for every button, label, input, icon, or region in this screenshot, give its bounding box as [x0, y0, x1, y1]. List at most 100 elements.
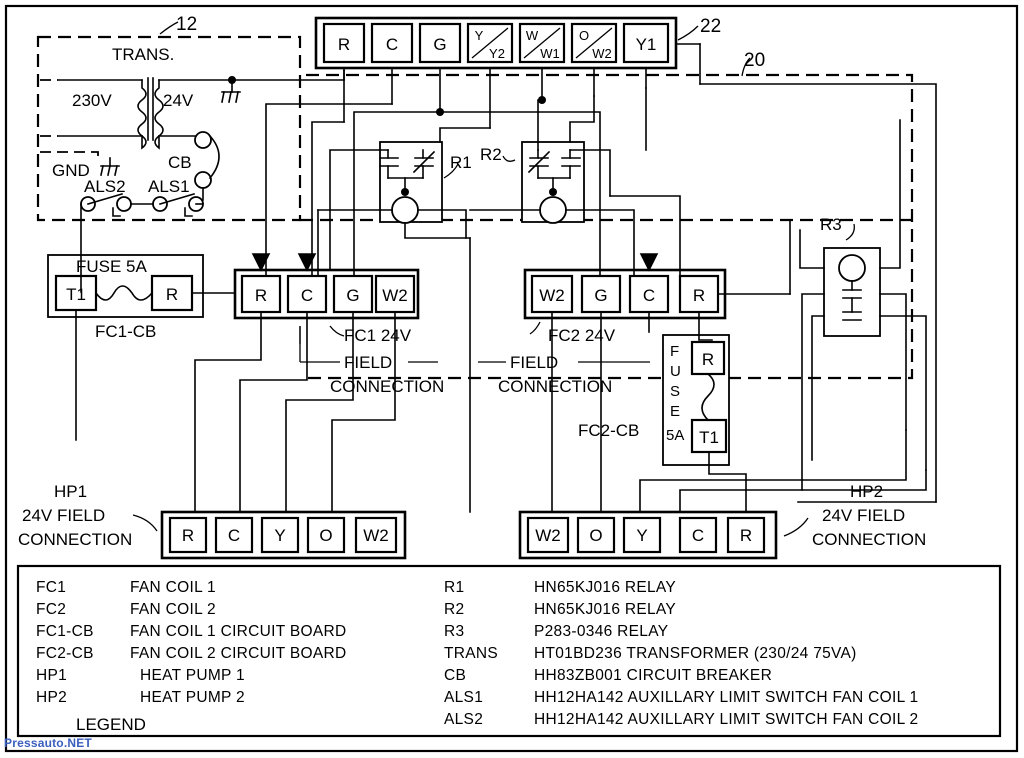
terminal-label-bottom: Y2: [489, 46, 505, 61]
svg-text:5A: 5A: [666, 427, 684, 444]
svg-text:F: F: [670, 343, 679, 360]
hp2-terminal-W2[interactable]: W2: [526, 516, 570, 554]
fc1-terminal-W2[interactable]: W2: [374, 274, 416, 314]
svg-text:C: C: [301, 286, 313, 305]
svg-text:CONNECTION: CONNECTION: [330, 377, 444, 396]
als1-label: ALS1: [148, 177, 190, 196]
svg-text:R2: R2: [444, 601, 464, 618]
hp1-terminal-Y[interactable]: Y: [260, 516, 300, 554]
thermostat-terminal-strip[interactable]: R C G Y Y2 W W1 O W2 Y1: [314, 16, 678, 70]
svg-text:HEAT PUMP 1: HEAT PUMP 1: [140, 667, 245, 684]
svg-text:W2: W2: [535, 526, 561, 545]
svg-text:Y: Y: [636, 526, 647, 545]
svg-text:HP1: HP1: [36, 667, 67, 684]
fc2-terminal-C[interactable]: C: [628, 274, 670, 314]
svg-text:Y: Y: [274, 526, 285, 545]
primary-voltage-label: 230V: [72, 91, 112, 110]
r2-label: R2: [480, 145, 502, 164]
fc1-terminal-G[interactable]: G: [332, 274, 374, 314]
svg-text:20: 20: [744, 50, 765, 71]
svg-text:24V FIELD: 24V FIELD: [22, 506, 105, 525]
svg-text:W2: W2: [539, 286, 565, 305]
svg-text:CB: CB: [444, 667, 466, 684]
svg-text:S: S: [670, 383, 680, 400]
hp2-terminal-R[interactable]: R: [726, 516, 766, 554]
terminal-label-bottom: W2: [592, 46, 612, 61]
terminal-Y-Y2[interactable]: Y Y2: [466, 22, 514, 64]
svg-text:O: O: [319, 526, 332, 545]
terminal-label-bottom: W1: [540, 46, 560, 61]
hp1-terminal-O[interactable]: O: [306, 516, 346, 554]
terminal-O-W2[interactable]: O W2: [570, 22, 618, 64]
svg-text:TRANS: TRANS: [444, 645, 498, 662]
terminal-W-W1[interactable]: W W1: [518, 22, 566, 64]
legend-title: LEGEND: [76, 715, 146, 734]
terminal-R[interactable]: R: [322, 22, 366, 64]
svg-text:FC1 24V: FC1 24V: [344, 326, 412, 345]
svg-text:C: C: [643, 286, 655, 305]
relay-r3: R3: [820, 215, 881, 337]
hp1-terminal-R[interactable]: R: [168, 516, 208, 554]
svg-text:CONNECTION: CONNECTION: [18, 530, 132, 549]
hp2-terminal-C[interactable]: C: [678, 516, 718, 554]
svg-text:W2: W2: [363, 526, 389, 545]
svg-text:FIELD: FIELD: [510, 353, 558, 372]
svg-text:R: R: [693, 286, 705, 305]
svg-text:R: R: [182, 526, 194, 545]
svg-text:G: G: [594, 286, 607, 305]
svg-text:HN65KJ016 RELAY: HN65KJ016 RELAY: [534, 579, 676, 596]
svg-text:FC2 24V: FC2 24V: [548, 326, 616, 345]
svg-text:FC2-CB: FC2-CB: [36, 645, 94, 662]
fc2-terminal-W2[interactable]: W2: [530, 274, 574, 314]
als2-label: ALS2: [84, 177, 126, 196]
hp2-24v-field-connection-strip[interactable]: W2 O Y C R: [518, 510, 778, 560]
hp2-terminal-O[interactable]: O: [576, 516, 616, 554]
svg-text:22: 22: [700, 16, 721, 37]
gnd-group: GND: [40, 151, 120, 180]
fc1cb-caption: FC1-CB: [95, 322, 156, 341]
svg-text:24V FIELD: 24V FIELD: [822, 506, 905, 525]
terminal-C[interactable]: C: [370, 22, 414, 64]
fc1-terminal-R[interactable]: R: [240, 274, 282, 314]
svg-text:FAN COIL 2 CIRCUIT BOARD: FAN COIL 2 CIRCUIT BOARD: [130, 645, 347, 662]
svg-text:R: R: [702, 350, 714, 369]
svg-text:FC1-CB: FC1-CB: [36, 623, 94, 640]
fc2cb-caption: FC2-CB: [578, 421, 639, 440]
legend-left-column: FC1 FAN COIL 1 FC2 FAN COIL 2 FC1-CB FAN…: [36, 579, 347, 706]
terminal-G[interactable]: G: [418, 22, 462, 64]
fc2-terminal-G[interactable]: G: [580, 274, 622, 314]
terminal-Y1[interactable]: Y1: [622, 22, 670, 64]
svg-text:U: U: [670, 363, 681, 380]
fc2-terminal-R[interactable]: R: [678, 274, 720, 314]
terminal-label-top: O: [579, 28, 589, 43]
callout-22: 22: [677, 16, 721, 41]
svg-text:HT01BD236 TRANSFORMER (230/24: HT01BD236 TRANSFORMER (230/24 75VA): [534, 645, 857, 662]
fc1-terminal-C[interactable]: C: [286, 274, 328, 314]
svg-text:HP2: HP2: [36, 689, 67, 706]
hp1-terminal-W2[interactable]: W2: [354, 516, 398, 554]
svg-text:CONNECTION: CONNECTION: [498, 377, 612, 396]
svg-text:FC1: FC1: [36, 579, 66, 596]
relay-r1: R1: [379, 141, 472, 224]
svg-text:R: R: [740, 526, 752, 545]
legend-block: FC1 FAN COIL 1 FC2 FAN COIL 2 FC1-CB FAN…: [16, 564, 1002, 738]
svg-text:FAN COIL 1 CIRCUIT BOARD: FAN COIL 1 CIRCUIT BOARD: [130, 623, 347, 640]
svg-text:HH12HA142 AUXILLARY LIMIT SWIT: HH12HA142 AUXILLARY LIMIT SWITCH FAN COI…: [534, 689, 918, 706]
svg-text:C: C: [228, 526, 240, 545]
fc2-strip-caption: FC2 24V FIELD CONNECTION: [478, 321, 650, 396]
fc1-circuit-breaker[interactable]: FUSE 5A T1 R FC1-CB: [47, 254, 204, 341]
fc2-24v-terminal-strip[interactable]: W2 G C R: [523, 268, 727, 320]
svg-text:CONNECTION: CONNECTION: [812, 530, 926, 549]
secondary-voltage-label: 24V: [163, 91, 194, 110]
fc1-strip-caption: FC1 24V FIELD CONNECTION: [299, 325, 444, 396]
r3-label: R3: [820, 215, 842, 234]
hp2-terminal-Y[interactable]: Y: [622, 516, 662, 554]
terminal-label-top: Y: [475, 28, 484, 43]
svg-text:R3: R3: [444, 623, 464, 640]
hp1-terminal-C[interactable]: C: [214, 516, 254, 554]
svg-text:FAN COIL 1: FAN COIL 1: [130, 579, 216, 596]
hp1-24v-field-connection-strip[interactable]: R C Y O W2: [160, 510, 407, 560]
svg-text:E: E: [670, 403, 680, 420]
svg-text:G: G: [346, 286, 359, 305]
fc1-24v-terminal-strip[interactable]: R C G W2: [233, 268, 420, 320]
